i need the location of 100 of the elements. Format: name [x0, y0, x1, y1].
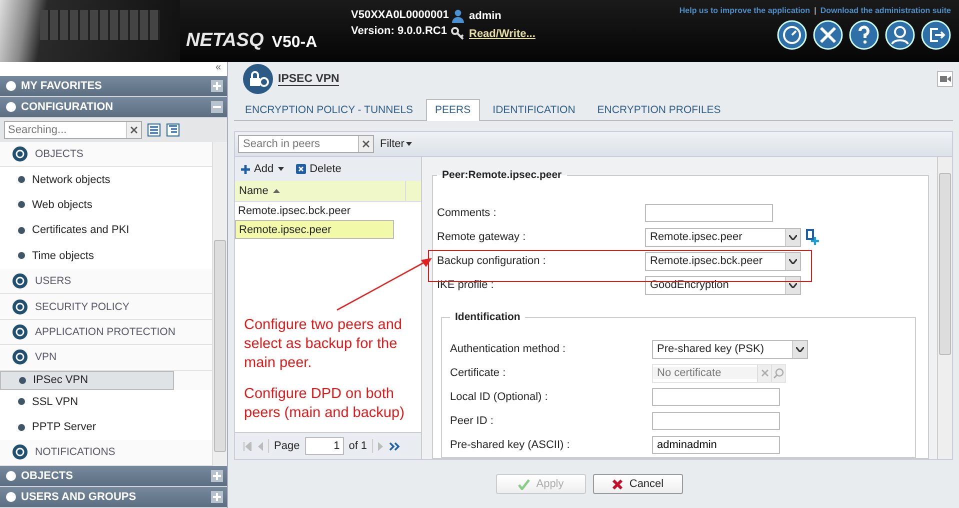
expand-toggle-icon[interactable] [211, 470, 223, 482]
scrollbar[interactable] [937, 157, 952, 459]
dropdown[interactable]: Remote.ipsec.bck.peer [645, 252, 801, 270]
check-icon [518, 478, 530, 490]
list-view-icon[interactable] [147, 123, 161, 137]
section-icon [6, 492, 16, 502]
expand-toggle-icon[interactable] [211, 80, 223, 92]
user-name: admin [469, 10, 502, 22]
delete-icon [296, 164, 306, 174]
caret-icon [789, 258, 797, 264]
page-count: of 1 [348, 440, 368, 452]
field-label: Certificate : [450, 367, 507, 379]
clear-icon[interactable] [358, 136, 373, 152]
field-label: Pre-shared key (ASCII) : [450, 439, 571, 451]
section-header[interactable]: OBJECTS [0, 466, 227, 487]
delete-button[interactable]: Delete [296, 163, 342, 175]
search-box[interactable]: Searching... [4, 121, 142, 139]
tab[interactable]: IDENTIFICATION [484, 99, 584, 120]
expand-toggle-icon[interactable] [211, 101, 223, 113]
tab[interactable]: ENCRYPTION POLICY - TUNNELS [236, 99, 422, 120]
tree-item[interactable]: SSL VPN [0, 390, 212, 415]
annotation-text: Configure DPD on both peers (main and backup) [244, 385, 406, 423]
logout-icon[interactable] [921, 20, 951, 50]
first-page-icon[interactable] [243, 442, 252, 450]
header-link[interactable]: Help us to improve the application [679, 6, 810, 15]
support-person-icon[interactable] [885, 20, 915, 50]
tab[interactable]: PEERS [426, 99, 480, 121]
dropdown[interactable]: GoodEncryption [645, 276, 801, 294]
round-badge-icon [12, 349, 28, 366]
last-page-icon[interactable] [389, 442, 400, 450]
key-icon [451, 27, 465, 41]
text-field[interactable] [645, 204, 773, 222]
field-label: Comments : [437, 207, 498, 219]
bullet-icon [18, 201, 25, 208]
next-page-icon[interactable] [378, 442, 384, 450]
cancel-button[interactable]: Cancel [593, 474, 683, 494]
expand-toggle-icon[interactable] [211, 491, 223, 503]
peer-search-box[interactable]: Search in peers [238, 135, 374, 153]
text-field[interactable] [652, 388, 780, 406]
serial-number: V50XXA0L0000001 [351, 9, 450, 21]
caret-icon [789, 234, 797, 240]
film-icon[interactable] [937, 71, 953, 87]
tree-item[interactable]: Certificates and PKI [0, 218, 212, 244]
firmware-version: Version: 9.0.0.RC1 [351, 25, 448, 37]
annotation-text: Configure two peers and select as backup for the main peer. [244, 316, 403, 373]
user-icon [451, 9, 465, 23]
gauge-icon[interactable] [777, 20, 807, 50]
caret-icon [278, 167, 284, 171]
header-link[interactable]: Download the administration suite [820, 6, 951, 15]
field-label: Authentication method : [450, 343, 567, 355]
section-header[interactable]: MY FAVORITES [0, 76, 227, 97]
plus-icon [241, 164, 250, 174]
tree-item[interactable]: USERS [0, 268, 212, 294]
list-row[interactable]: Remote.ipsec.bck.peer [235, 202, 401, 220]
tree-view-icon[interactable] [166, 123, 180, 137]
previous-page-icon[interactable] [257, 442, 263, 450]
dropdown[interactable]: Remote.ipsec.peer [645, 228, 801, 246]
bullet-icon [19, 376, 26, 384]
module-title: IPSEC VPN [278, 72, 340, 86]
bullet-icon [18, 424, 25, 431]
brand-logo: NETASQ [186, 30, 264, 52]
round-badge-icon [12, 324, 28, 340]
section-icon [6, 81, 16, 91]
peer-legend: Peer:Remote.ipsec.peer [437, 169, 567, 181]
text-field[interactable]: adminadmin [652, 436, 780, 454]
identification-legend: Identification [450, 311, 526, 323]
round-badge-icon [12, 298, 28, 315]
access-link[interactable]: Read/Write... [469, 28, 536, 40]
round-badge-icon [12, 444, 28, 460]
round-badge-icon [12, 146, 28, 162]
padlock-badge-icon [242, 63, 274, 95]
add-button[interactable]: Add [241, 163, 284, 175]
caret-icon [796, 346, 804, 352]
bullet-icon [18, 252, 25, 260]
tree-item[interactable]: Web objects [0, 192, 212, 218]
tree-item[interactable]: SECURITY POLICY [0, 294, 212, 320]
bullet-icon [18, 398, 25, 406]
add-object-icon[interactable] [804, 228, 820, 246]
filter-menu[interactable]: Filter [380, 138, 412, 150]
bullet-icon [18, 176, 25, 184]
scrollbar[interactable] [212, 142, 227, 466]
collapse-button[interactable]: « [215, 62, 221, 76]
section-header[interactable]: CONFIGURATION [0, 97, 227, 118]
help-icon[interactable] [849, 20, 879, 50]
tree-item[interactable]: Network objects [0, 167, 212, 193]
tree-item[interactable]: PPTP Server [0, 414, 212, 440]
section-icon [6, 471, 16, 481]
dropdown[interactable]: Pre-shared key (PSK) [652, 340, 808, 358]
tab[interactable]: ENCRYPTION PROFILES [588, 99, 730, 120]
list-row[interactable]: Remote.ipsec.peer [235, 220, 394, 239]
field-label: Peer ID : [450, 415, 494, 427]
text-field[interactable] [652, 412, 780, 430]
tree-item[interactable]: Time objects [0, 244, 212, 269]
section-header[interactable]: USERS AND GROUPS [0, 487, 227, 508]
clear-icon[interactable] [126, 122, 141, 138]
sort-ascending-icon [273, 189, 280, 193]
tree-item[interactable]: IPSec VPN [0, 370, 174, 390]
tree-item[interactable]: APPLICATION PROTECTION [0, 320, 212, 346]
page-number-field[interactable]: 1 [304, 437, 344, 455]
caret-icon [406, 142, 412, 146]
